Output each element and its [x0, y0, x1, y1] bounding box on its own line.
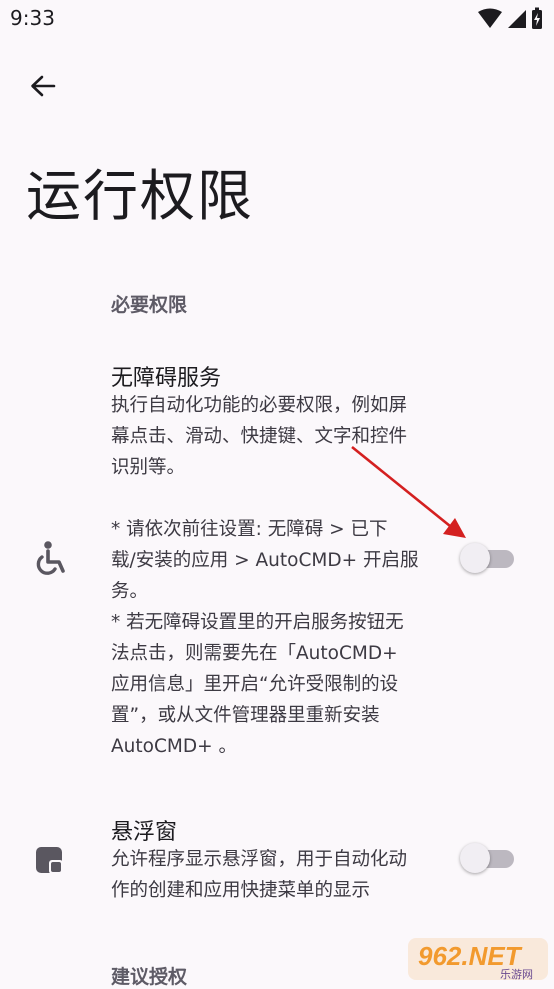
system-icons	[478, 7, 542, 29]
switch-thumb	[460, 843, 490, 873]
watermark-logo: 962.NET 乐游网	[408, 938, 548, 981]
overlay-title: 悬浮窗	[111, 820, 178, 845]
status-bar: 9:33	[0, 0, 554, 38]
accessibility-switch[interactable]	[460, 540, 516, 576]
accessibility-summary: 执行自动化功能的必要权限，例如屏 幕点击、滑动、快捷键、文字和控件 识别等。 *…	[111, 395, 419, 757]
back-arrow-icon[interactable]	[20, 64, 66, 110]
accessibility-title: 无障碍服务	[111, 366, 222, 391]
svg-text:乐游网: 乐游网	[500, 968, 533, 981]
signal-icon	[508, 10, 526, 28]
overlay-summary: 允许程序显示悬浮窗，用于自动化动 作的创建和应用快捷菜单的显示	[111, 849, 408, 901]
floating-window-icon	[36, 847, 63, 874]
status-time: 9:33	[10, 6, 55, 30]
overlay-switch[interactable]	[460, 840, 516, 876]
page-title: 运行权限	[26, 164, 255, 228]
section-header-required: 必要权限	[111, 294, 188, 316]
section-header-suggested: 建议授权	[111, 966, 188, 988]
svg-text:962.NET: 962.NET	[418, 941, 523, 971]
wifi-icon	[478, 8, 502, 28]
switch-thumb	[460, 543, 490, 573]
accessibility-icon	[36, 541, 65, 575]
